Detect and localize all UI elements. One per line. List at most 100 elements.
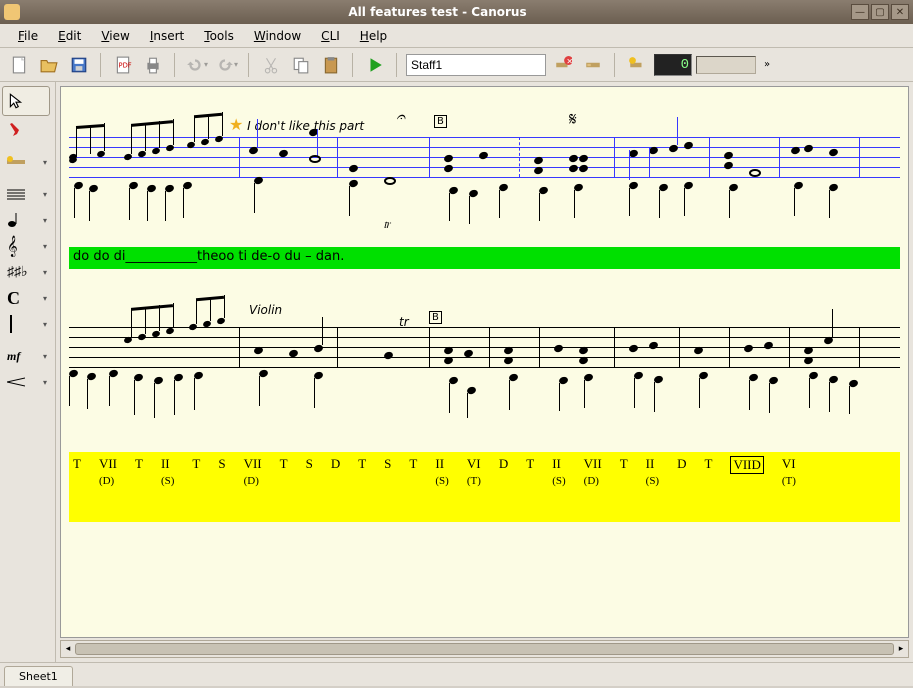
play-button[interactable] bbox=[362, 52, 388, 78]
harmony-symbol: VI(T) bbox=[782, 456, 796, 488]
harmony-symbol: VII(D) bbox=[584, 456, 602, 488]
harmony-symbol: II(S) bbox=[435, 456, 448, 488]
harmony-symbol: T bbox=[358, 456, 366, 488]
undo-button[interactable]: ▾ bbox=[184, 52, 210, 78]
staff-lines bbox=[69, 327, 900, 367]
save-button[interactable] bbox=[66, 52, 92, 78]
copy-button[interactable] bbox=[288, 52, 314, 78]
breath-mark-1: B bbox=[434, 115, 447, 128]
titlebar: All features test - Canorus — ▢ ✕ bbox=[0, 0, 913, 24]
menu-help[interactable]: Help bbox=[350, 27, 397, 45]
paste-button[interactable] bbox=[318, 52, 344, 78]
harmony-symbol: VII(D) bbox=[244, 456, 262, 488]
harmony-symbol: T bbox=[280, 456, 288, 488]
insert-tool[interactable] bbox=[2, 118, 50, 142]
hairpin-tool[interactable]: ▾ bbox=[2, 370, 50, 394]
note-tool[interactable]: ▾ bbox=[2, 208, 50, 232]
harmony-symbol: S bbox=[306, 456, 313, 488]
close-button[interactable]: ✕ bbox=[891, 4, 909, 20]
fermata-icon: 𝄐 bbox=[396, 107, 405, 127]
staff-1[interactable]: ★ I don't like this part 𝄐 B 𝄋 bbox=[69, 137, 900, 177]
sheet-tab-bar: Sheet1 bbox=[0, 662, 913, 686]
scroll-right[interactable]: ▸ bbox=[894, 641, 908, 657]
harmony-symbol: D bbox=[677, 456, 686, 488]
harmony-symbol: S bbox=[218, 456, 225, 488]
separator bbox=[248, 53, 250, 77]
cut-button[interactable] bbox=[258, 52, 284, 78]
menu-cli[interactable]: CLI bbox=[311, 27, 350, 45]
menu-edit[interactable]: Edit bbox=[48, 27, 91, 45]
separator bbox=[100, 53, 102, 77]
voice-props-button[interactable] bbox=[580, 52, 606, 78]
dynamics-tool[interactable]: mf▾ bbox=[2, 344, 50, 368]
harmony-track[interactable]: TVII(D)TII(S)TSVII(D)TSDTSTII(S)VI(T)DTI… bbox=[69, 452, 900, 522]
separator bbox=[352, 53, 354, 77]
new-button[interactable] bbox=[6, 52, 32, 78]
delete-voice-button[interactable]: ✕ bbox=[550, 52, 576, 78]
harmony-symbol: D bbox=[331, 456, 340, 488]
menu-window[interactable]: Window bbox=[244, 27, 311, 45]
add-voice-button[interactable] bbox=[624, 52, 650, 78]
main-toolbar: PDF ▾ ▾ ✕ 0 » bbox=[0, 48, 913, 82]
harmony-symbol: T bbox=[409, 456, 417, 488]
side-toolbar: ▾ ▾ ▾ 𝄞▾ ♯♯♭▾ C▾ ▾ mf▾ ▾ bbox=[0, 82, 56, 662]
menu-tools[interactable]: Tools bbox=[194, 27, 244, 45]
harmony-symbol: T bbox=[73, 456, 81, 488]
maximize-button[interactable]: ▢ bbox=[871, 4, 889, 20]
main-area: ▾ ▾ ▾ 𝄞▾ ♯♯♭▾ C▾ ▾ mf▾ ▾ ★ I don't like … bbox=[0, 82, 913, 662]
staff-lines-tool[interactable]: ▾ bbox=[2, 182, 50, 206]
lyrics-track[interactable]: do do di___________theoo ti de-o du – da… bbox=[69, 247, 900, 269]
scroll-left[interactable]: ◂ bbox=[61, 641, 75, 657]
harmony-symbol: S bbox=[384, 456, 391, 488]
star-icon: ★ bbox=[229, 115, 243, 134]
menu-insert[interactable]: Insert bbox=[140, 27, 194, 45]
harmony-symbol: T bbox=[135, 456, 143, 488]
select-tool[interactable] bbox=[2, 86, 50, 116]
staff-2[interactable]: Violin tr B bbox=[69, 327, 900, 367]
instrument-label: Violin bbox=[249, 303, 282, 317]
app-icon bbox=[4, 4, 20, 20]
redo-button[interactable]: ▾ bbox=[214, 52, 240, 78]
scroll-thumb[interactable] bbox=[75, 643, 894, 655]
segno-mark: 𝄋 bbox=[569, 109, 577, 130]
canvas-wrap: ★ I don't like this part 𝄐 B 𝄋 bbox=[56, 82, 913, 662]
harmony-symbol: VI(T) bbox=[467, 456, 481, 488]
harmony-symbol: II(S) bbox=[646, 456, 659, 488]
harmony-row: TVII(D)TII(S)TSVII(D)TSDTSTII(S)VI(T)DTI… bbox=[73, 456, 896, 488]
harmony-symbol: VIID bbox=[730, 456, 763, 488]
accidental-tool[interactable]: ♯♯♭▾ bbox=[2, 260, 50, 284]
menu-view[interactable]: View bbox=[91, 27, 139, 45]
timesig-tool[interactable]: C▾ bbox=[2, 286, 50, 310]
annotation-comment: ★ I don't like this part bbox=[229, 115, 364, 134]
clef-tool[interactable]: 𝄞▾ bbox=[2, 234, 50, 258]
pdf-button[interactable]: PDF bbox=[110, 52, 136, 78]
lyrics-text: do do di___________theoo ti de-o du – da… bbox=[73, 249, 344, 264]
harmony-symbol: T bbox=[705, 456, 713, 488]
menubar: File Edit View Insert Tools Window CLI H… bbox=[0, 24, 913, 48]
voice-number-spinner[interactable]: 0 bbox=[654, 54, 692, 76]
harmony-symbol: T bbox=[526, 456, 534, 488]
minimize-button[interactable]: — bbox=[851, 4, 869, 20]
separator bbox=[396, 53, 398, 77]
horizontal-scrollbar[interactable]: ◂ ▸ bbox=[60, 640, 909, 658]
window-title: All features test - Canorus bbox=[26, 5, 849, 19]
separator bbox=[174, 53, 176, 77]
score-canvas[interactable]: ★ I don't like this part 𝄐 B 𝄋 bbox=[60, 86, 909, 638]
harmony-symbol: VII(D) bbox=[99, 456, 117, 488]
barline-tool[interactable]: ▾ bbox=[2, 312, 50, 336]
staff-lines bbox=[69, 137, 900, 177]
tab-sheet1[interactable]: Sheet1 bbox=[4, 666, 73, 686]
open-button[interactable] bbox=[36, 52, 62, 78]
menu-file[interactable]: File bbox=[8, 27, 48, 45]
toolbar-expand[interactable]: » bbox=[760, 54, 774, 76]
staff-name-input[interactable] bbox=[406, 54, 546, 76]
harmony-symbol: II(S) bbox=[161, 456, 174, 488]
separator bbox=[614, 53, 616, 77]
context-tool[interactable]: ▾ bbox=[2, 150, 50, 174]
zoom-slider[interactable] bbox=[696, 56, 756, 74]
harmony-symbol: T bbox=[192, 456, 200, 488]
harmony-symbol: T bbox=[620, 456, 628, 488]
breath-mark-2: B bbox=[429, 311, 442, 324]
harmony-symbol: D bbox=[499, 456, 508, 488]
print-button[interactable] bbox=[140, 52, 166, 78]
